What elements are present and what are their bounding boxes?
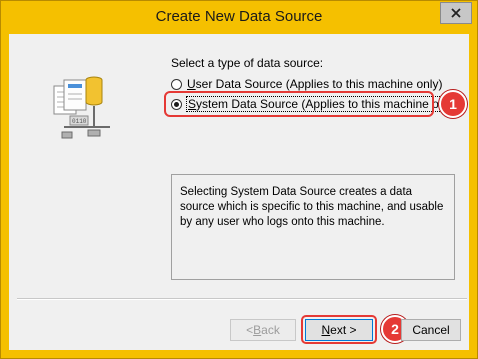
separator: [17, 298, 467, 300]
cancel-button[interactable]: Cancel: [401, 319, 461, 341]
next-button[interactable]: Next >: [305, 319, 373, 341]
user-data-source-label[interactable]: User Data Source (Applies to this machin…: [187, 77, 442, 91]
user-data-source-radio[interactable]: [171, 78, 182, 90]
data-source-prompt: Select a type of data source:: [171, 56, 324, 70]
dialog-body: 0110 Select a type of data source: User …: [9, 34, 469, 350]
title-bar[interactable]: Create New Data Source: [1, 1, 477, 34]
data-source-icon: 0110: [53, 76, 110, 139]
svg-text:0110: 0110: [72, 118, 87, 125]
close-button[interactable]: [440, 2, 472, 24]
window-title: Create New Data Source: [155, 8, 323, 25]
description-box: Selecting System Data Source creates a d…: [171, 174, 455, 280]
option-highlight: [164, 91, 434, 117]
back-button[interactable]: < Back: [230, 319, 296, 341]
user-data-source-option[interactable]: User Data Source (Applies to this machin…: [171, 77, 442, 91]
dialog-window: Create New Data Source 0110 Select a typ…: [0, 0, 478, 359]
callout-badge-1: 1: [439, 90, 467, 118]
close-icon: [451, 8, 461, 18]
